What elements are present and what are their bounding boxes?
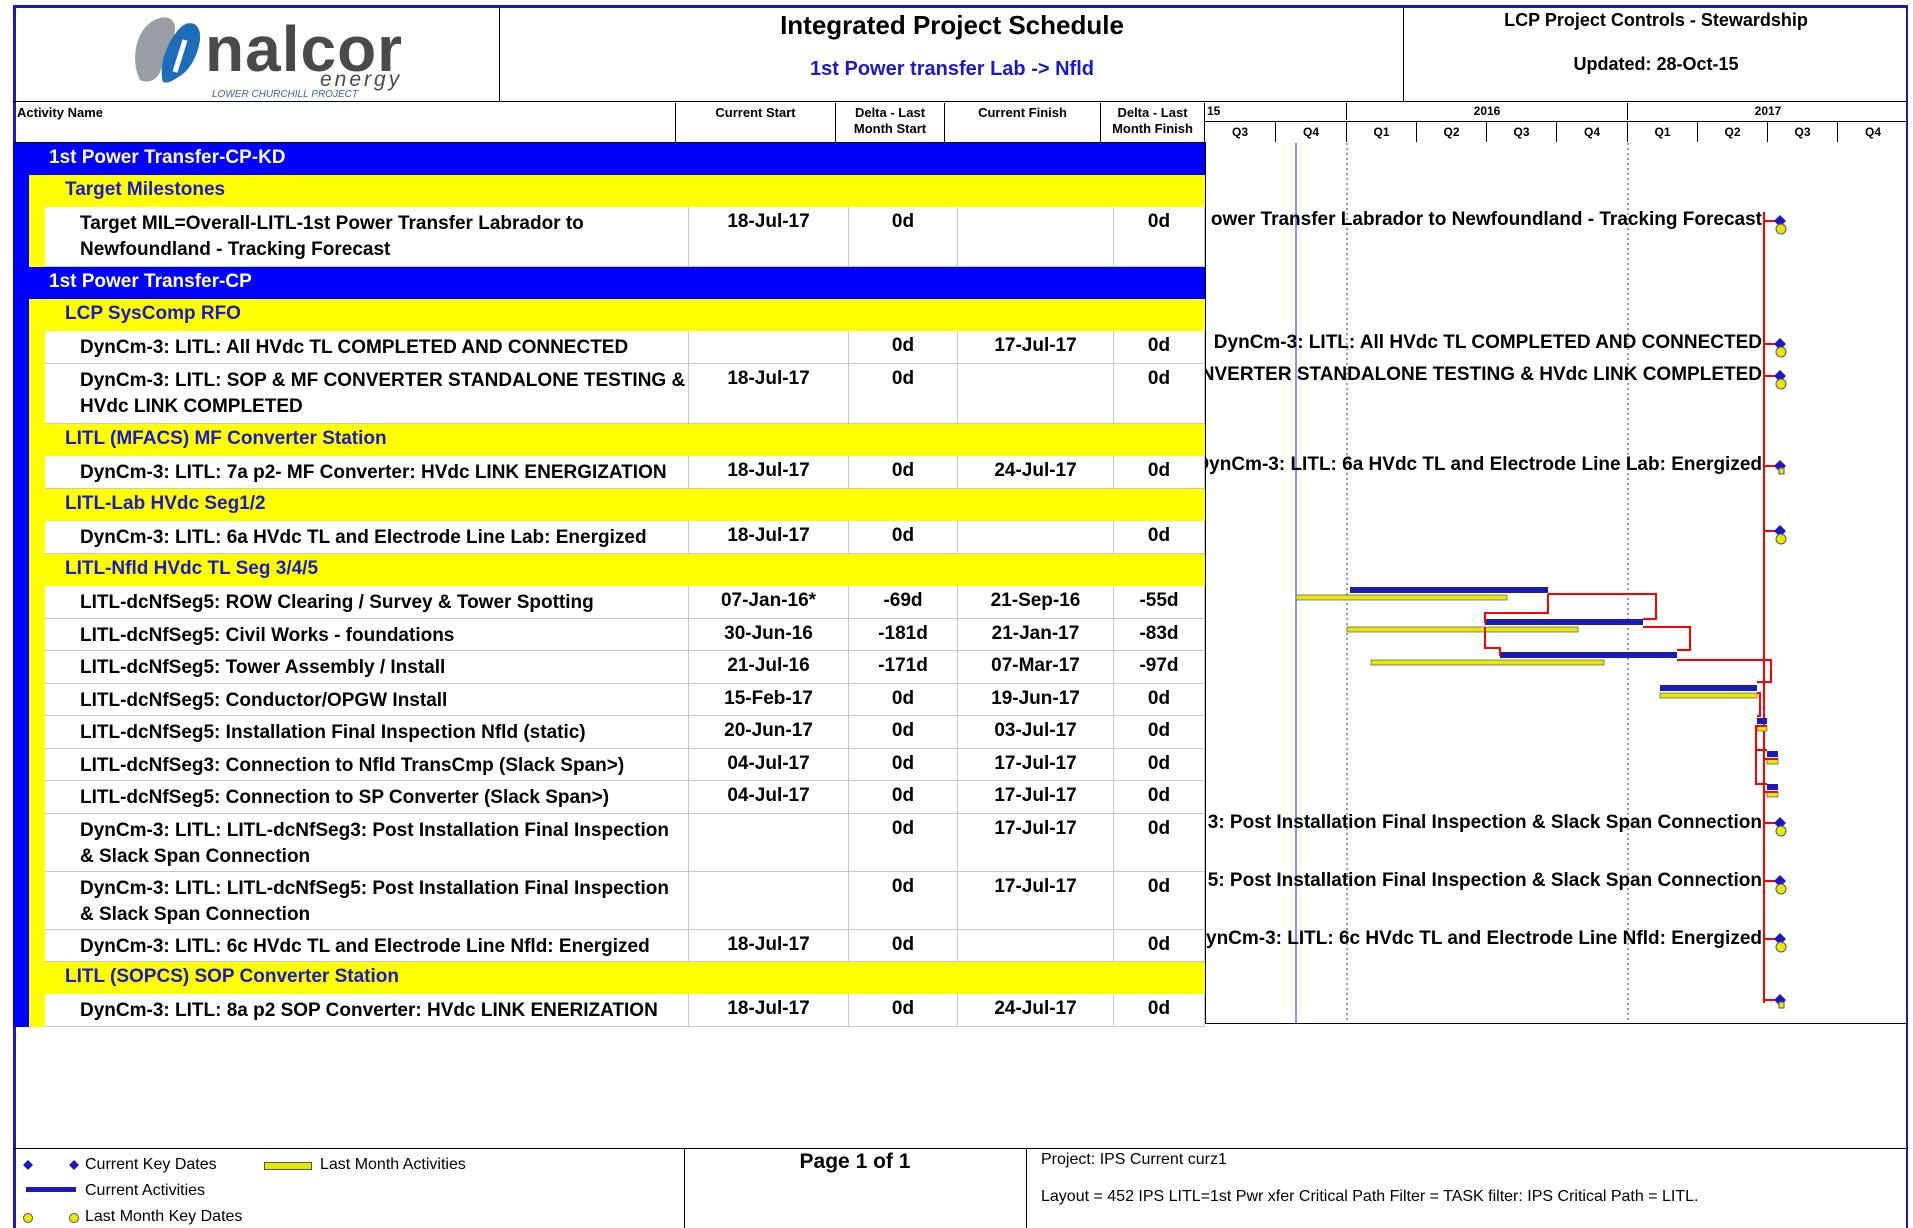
legend-last-month-activities: Last Month Activities: [320, 1156, 466, 1173]
gantt-label-text: ower Transfer Labrador to Newfoundland -…: [1210, 209, 1762, 230]
diamond-icon: [23, 1160, 33, 1170]
layout-filter: Layout = 452 IPS LITL=1st Pwr xfer Criti…: [1041, 1188, 1699, 1205]
circle-icon: [23, 1213, 33, 1223]
gantt-bar-label: 3: Post Installation Final Inspection & …: [1208, 812, 1762, 834]
baseline-milestone: [1775, 223, 1787, 235]
logic-link: [1677, 659, 1772, 683]
gantt-label-text: DynCm-3: LITL: 6a HVdc TL and Electrode …: [1206, 454, 1762, 475]
baseline-milestone: [1775, 346, 1787, 358]
legend-current-key-dates: Current Key Dates: [85, 1156, 217, 1173]
gantt-label-text: DynCm-3: LITL: 6c HVdc TL and Electrode …: [1206, 928, 1762, 949]
baseline-milestone: [1778, 1001, 1785, 1009]
baseline-milestone: [1775, 883, 1787, 895]
gantt-bar-label: 5: Post Installation Final Inspection & …: [1208, 870, 1762, 892]
logic-link: [1755, 725, 1767, 785]
current-activity-bar: [1660, 685, 1757, 691]
baseline-milestone: [1775, 378, 1787, 390]
logic-link: [1548, 593, 1657, 620]
last-month-bar-icon: [264, 1162, 312, 1170]
baseline-milestone: [1775, 825, 1787, 837]
last-month-bar: [1295, 594, 1508, 601]
diamond-icon: [69, 1160, 79, 1170]
legend-last-month-key-dates: Last Month Key Dates: [85, 1208, 243, 1225]
gantt-label-text: 3: Post Installation Final Inspection & …: [1207, 812, 1762, 833]
footer-divider-right: [1026, 1148, 1027, 1228]
footer-divider: [13, 1148, 1908, 1149]
gantt-label-text: DynCm-3: LITL: All HVdc TL COMPLETED AND…: [1213, 332, 1762, 353]
current-activity-bar: [1767, 751, 1778, 757]
gantt-graphics: [1295, 143, 1787, 1023]
legend-current-activities: Current Activities: [85, 1182, 206, 1199]
project-name: Project: IPS Current curz1: [1041, 1151, 1227, 1168]
baseline-milestone: [1775, 941, 1787, 953]
gantt-bar-label: DynCm-3: LITL: 6a HVdc TL and Electrode …: [1206, 454, 1762, 476]
circle-icon: [69, 1213, 79, 1223]
logic-link: [1757, 692, 1761, 717]
gantt-bar-label: CONVERTER STANDALONE TESTING & HVdc LINK…: [1206, 364, 1762, 386]
baseline-milestone: [1778, 467, 1785, 475]
current-activity-bar: [1350, 587, 1548, 593]
current-activity-bar: [1500, 652, 1677, 658]
gantt-bar-label: DynCm-3: LITL: 6c HVdc TL and Electrode …: [1206, 928, 1762, 950]
gantt-label-text: 5: Post Installation Final Inspection & …: [1207, 870, 1762, 891]
gantt-bar-label: DynCm-3: LITL: All HVdc TL COMPLETED AND…: [1214, 332, 1762, 354]
current-bar-icon: [26, 1187, 76, 1192]
logic-link: [1643, 626, 1691, 651]
baseline-milestone: [1775, 533, 1787, 545]
last-month-bar: [1659, 692, 1758, 699]
gantt-label-text: CONVERTER STANDALONE TESTING & HVdc LINK…: [1206, 364, 1762, 385]
current-activity-bar: [1485, 619, 1643, 625]
current-activity-bar: [1767, 784, 1778, 790]
last-month-bar: [1346, 626, 1579, 633]
last-month-bar: [1370, 659, 1605, 666]
current-activity-bar: [1757, 718, 1767, 724]
gantt-bar-label: ower Transfer Labrador to Newfoundland -…: [1211, 209, 1762, 231]
page-number: Page 1 of 1: [799, 1150, 911, 1173]
